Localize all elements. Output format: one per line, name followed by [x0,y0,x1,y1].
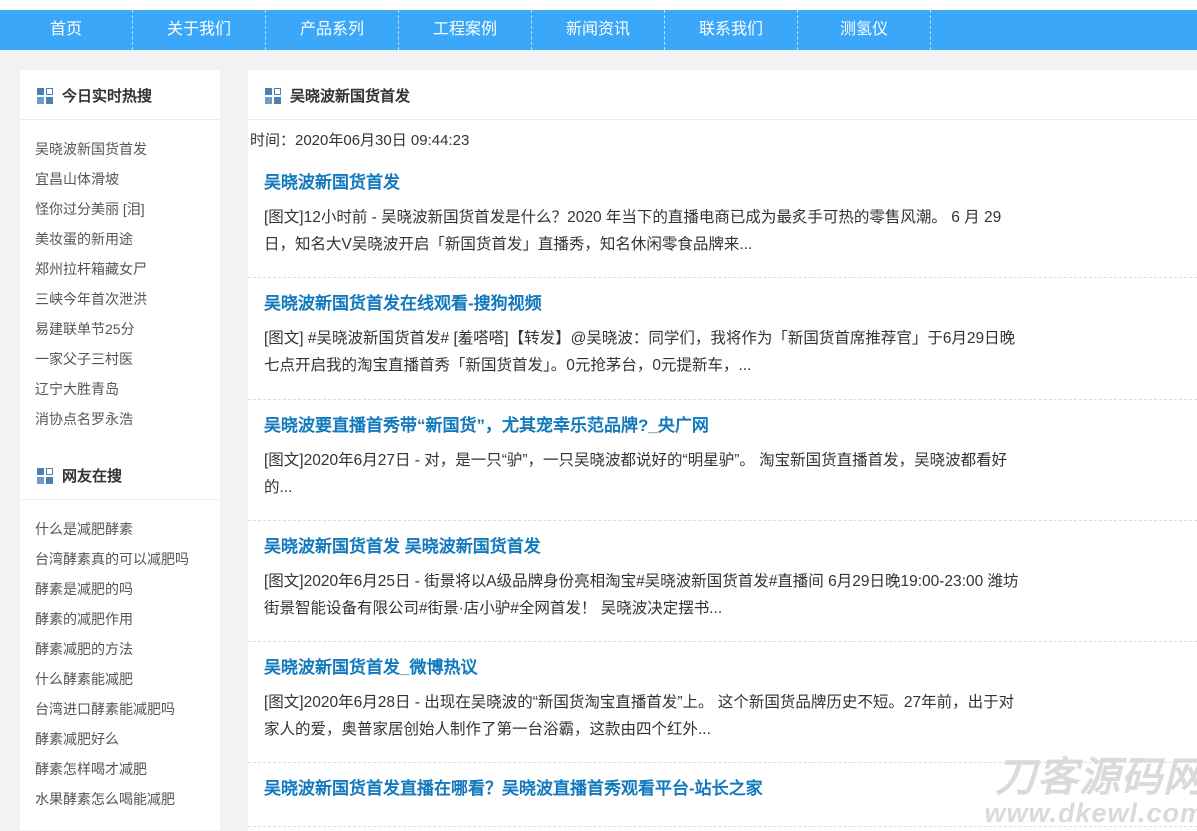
hot-search-item[interactable]: 怪你过分美丽 [泪] [20,194,220,224]
hot-search-item[interactable]: 易建联单节25分 [20,314,220,344]
sidebar-section-netizen-search: 网友在搜 什么是减肥酵素 台湾酵素真的可以减肥吗 酵素是减肥的吗 酵素的减肥作用… [20,450,220,830]
result-title-link[interactable]: 吴晓波新国货首发 [264,168,400,193]
nav-item-cases[interactable]: 工程案例 [399,10,532,50]
search-result: 吴晓波新国货首发_微博热议 [图文]2020年6月28日 - 出现在吴晓波的“新… [248,642,1197,763]
hot-search-item[interactable]: 美妆蛋的新用途 [20,224,220,254]
nav-item-about[interactable]: 关于我们 [133,10,266,50]
hot-search-item[interactable]: 三峡今年首次泄洪 [20,284,220,314]
nav-item-products[interactable]: 产品系列 [266,10,399,50]
sidebar-section-title: 网友在搜 [62,465,122,486]
nav-item-hydrogen-meter[interactable]: 测氢仪 [798,10,931,50]
sidebar-section-header-netizen-search: 网友在搜 [20,450,220,500]
sidebar-section-title: 今日实时热搜 [62,85,152,106]
result-snippet: [图文] #吴晓波新国货首发# [羞嗒嗒]【转发】@吴晓波：同学们，我将作为「新… [264,325,1026,379]
result-title-link[interactable]: 吴晓波新国货首发_微博热议 [264,653,477,678]
sidebar: 今日实时热搜 吴晓波新国货首发 宜昌山体滑坡 怪你过分美丽 [泪] 美妆蛋的新用… [20,70,220,830]
result-snippet: [图文]2020年6月27日 - 对，是一只“驴”，一只吴晓波都说好的“明星驴”… [264,447,1026,501]
grid-icon [37,88,53,104]
main-nav: 首页 关于我们 产品系列 工程案例 新闻资讯 联系我们 测氢仪 [0,10,1197,50]
netizen-search-item[interactable]: 台湾酵素真的可以减肥吗 [20,544,220,574]
hot-search-item[interactable]: 宜昌山体滑坡 [20,164,220,194]
hot-search-list: 吴晓波新国货首发 宜昌山体滑坡 怪你过分美丽 [泪] 美妆蛋的新用途 郑州拉杆箱… [20,120,220,450]
search-result: 吴晓波新国货首发 吴晓波新国货首发 [图文]2020年6月25日 - 街景将以A… [248,521,1197,642]
search-result: 吴晓波新国货首发直播在哪看？吴晓波直播首秀观看平台-站长之家 [248,763,1197,827]
result-title-link[interactable]: 吴晓波新国货首发 吴晓波新国货首发 [264,532,541,557]
netizen-search-item[interactable]: 酵素的减肥作用 [20,604,220,634]
result-snippet: [图文]2020年6月25日 - 街景将以A级品牌身份亮相淘宝#吴晓波新国货首发… [264,568,1026,622]
hot-search-item[interactable]: 辽宁大胜青岛 [20,374,220,404]
result-title-link[interactable]: 吴晓波要直播首秀带“新国货”，尤其宠幸乐范品牌?_央广网 [264,411,709,436]
result-snippet: [图文]2020年6月28日 - 出现在吴晓波的“新国货淘宝直播首发”上。 这个… [264,689,1026,743]
nav-item-contact[interactable]: 联系我们 [665,10,798,50]
top-white-strip [0,0,1197,10]
netizen-search-item[interactable]: 台湾进口酵素能减肥吗 [20,694,220,724]
grid-icon [265,88,281,104]
netizen-search-list: 什么是减肥酵素 台湾酵素真的可以减肥吗 酵素是减肥的吗 酵素的减肥作用 酵素减肥… [20,500,220,830]
result-snippet: [图文]12小时前 - 吴晓波新国货首发是什么？2020 年当下的直播电商已成为… [264,204,1026,258]
timestamp: 时间：2020年06月30日 09:44:23 [248,120,1197,157]
sidebar-section-header-hot-search: 今日实时热搜 [20,70,220,120]
result-title-link[interactable]: 吴晓波新国货首发在线观看-搜狗视频 [264,289,542,314]
content-header: 吴晓波新国货首发 [248,70,1197,120]
hot-search-item[interactable]: 消协点名罗永浩 [20,404,220,434]
sidebar-section-hot-search: 今日实时热搜 吴晓波新国货首发 宜昌山体滑坡 怪你过分美丽 [泪] 美妆蛋的新用… [20,70,220,450]
search-result: 吴晓波新国货首发在线观看-搜狗视频 [图文] #吴晓波新国货首发# [羞嗒嗒]【… [248,278,1197,399]
search-result: 吴晓波新国货首发 [图文]12小时前 - 吴晓波新国货首发是什么？2020 年当… [248,157,1197,278]
search-results: 吴晓波新国货首发 [图文]12小时前 - 吴晓波新国货首发是什么？2020 年当… [248,157,1197,831]
netizen-search-item[interactable]: 水果酵素怎么喝能减肥 [20,784,220,814]
hot-search-item[interactable]: 一家父子三村医 [20,344,220,374]
netizen-search-item[interactable]: 酵素是减肥的吗 [20,574,220,604]
grid-icon [37,468,53,484]
page-title: 吴晓波新国货首发 [290,85,410,106]
hot-search-item[interactable]: 吴晓波新国货首发 [20,134,220,164]
search-result: #吴晓波新国货首发# [羞嗒嗒]转发@吴晓... 来自_正义的吃瓜群众_ - 微… [248,827,1197,831]
netizen-search-item[interactable]: 酵素减肥的方法 [20,634,220,664]
netizen-search-item[interactable]: 酵素减肥好么 [20,724,220,754]
netizen-search-item[interactable]: 什么是减肥酵素 [20,514,220,544]
nav-item-news[interactable]: 新闻资讯 [532,10,665,50]
hot-search-item[interactable]: 郑州拉杆箱藏女尸 [20,254,220,284]
result-title-link[interactable]: 吴晓波新国货首发直播在哪看？吴晓波直播首秀观看平台-站长之家 [264,774,763,799]
nav-filler [931,10,1197,50]
main-content: 吴晓波新国货首发 时间：2020年06月30日 09:44:23 吴晓波新国货首… [248,70,1197,831]
nav-item-home[interactable]: 首页 [0,10,133,50]
netizen-search-item[interactable]: 什么酵素能减肥 [20,664,220,694]
search-result: 吴晓波要直播首秀带“新国货”，尤其宠幸乐范品牌?_央广网 [图文]2020年6月… [248,400,1197,521]
netizen-search-item[interactable]: 酵素怎样喝才减肥 [20,754,220,784]
